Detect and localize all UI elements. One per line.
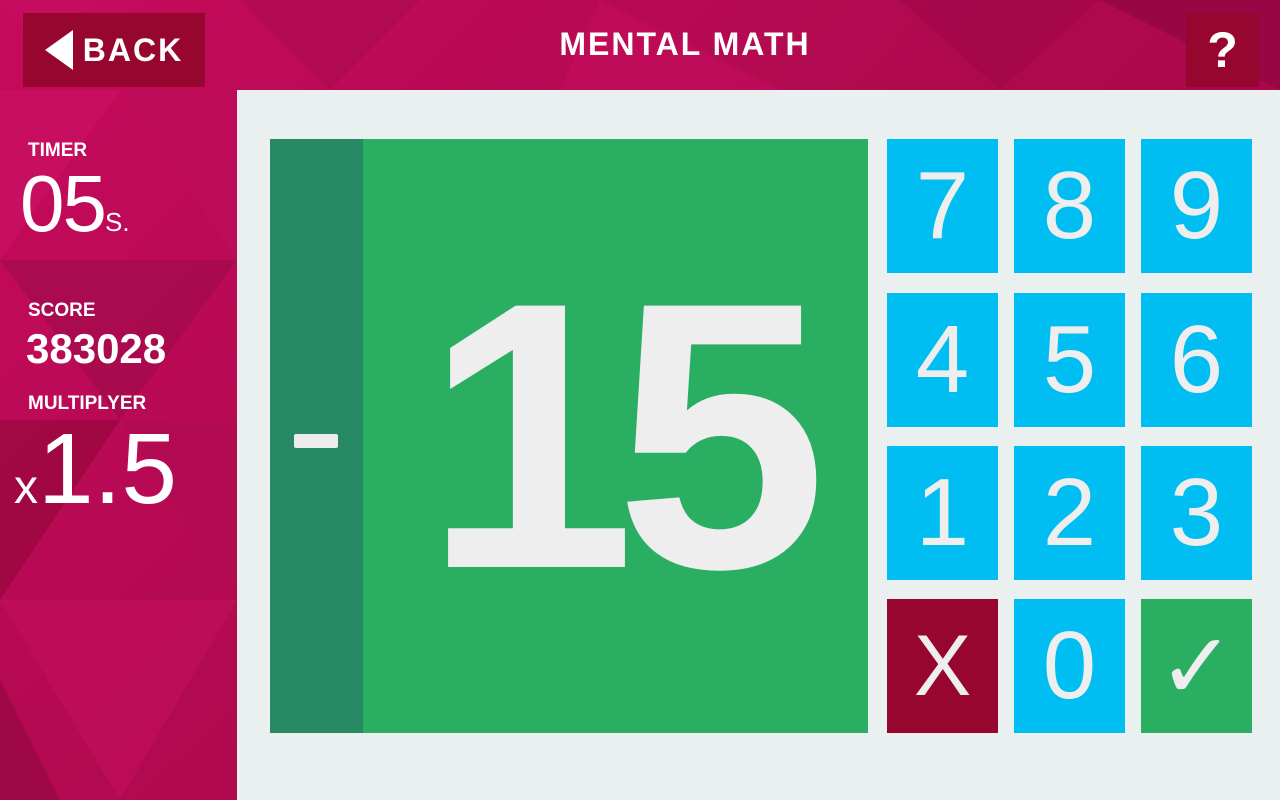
- key-0[interactable]: 0: [1014, 599, 1125, 733]
- key-7[interactable]: 7: [887, 139, 998, 273]
- key-9[interactable]: 9: [1141, 139, 1252, 273]
- main-panel: 15 7 8 9 4 5 6 1 2 3 X 0 ✓: [237, 90, 1280, 800]
- answer-display: 15: [424, 223, 827, 648]
- score-value: 383028: [26, 325, 167, 372]
- clear-button[interactable]: X: [887, 599, 998, 733]
- timer-value: 05S.: [20, 158, 130, 250]
- key-8[interactable]: 8: [1014, 139, 1125, 273]
- key-1[interactable]: 1: [887, 446, 998, 580]
- score-label: SCORE: [28, 300, 96, 321]
- page-title: MENTAL MATH: [559, 26, 811, 62]
- key-4[interactable]: 4: [887, 293, 998, 427]
- back-button-label: BACK: [82, 31, 184, 68]
- sign-toggle[interactable]: [270, 139, 363, 733]
- help-button[interactable]: ?: [1186, 13, 1259, 87]
- back-arrow-icon: [44, 30, 73, 70]
- key-5[interactable]: 5: [1014, 293, 1125, 427]
- game-screen: BACK MENTAL MATH ? TIMER 05S. SCORE 3830…: [0, 0, 1280, 800]
- key-2[interactable]: 2: [1014, 446, 1125, 580]
- minus-sign-icon: [294, 434, 338, 448]
- multiplier-number: 1.5: [38, 413, 178, 525]
- key-6[interactable]: 6: [1141, 293, 1252, 427]
- key-3[interactable]: 3: [1141, 446, 1252, 580]
- multiplier-value: x1.5: [14, 412, 177, 527]
- answer-box: 15: [270, 139, 868, 733]
- back-button[interactable]: BACK: [23, 13, 205, 87]
- multiplier-prefix: x: [14, 461, 38, 514]
- submit-button[interactable]: ✓: [1141, 599, 1252, 733]
- timer-unit: S.: [104, 207, 130, 237]
- timer-seconds: 05: [20, 159, 107, 248]
